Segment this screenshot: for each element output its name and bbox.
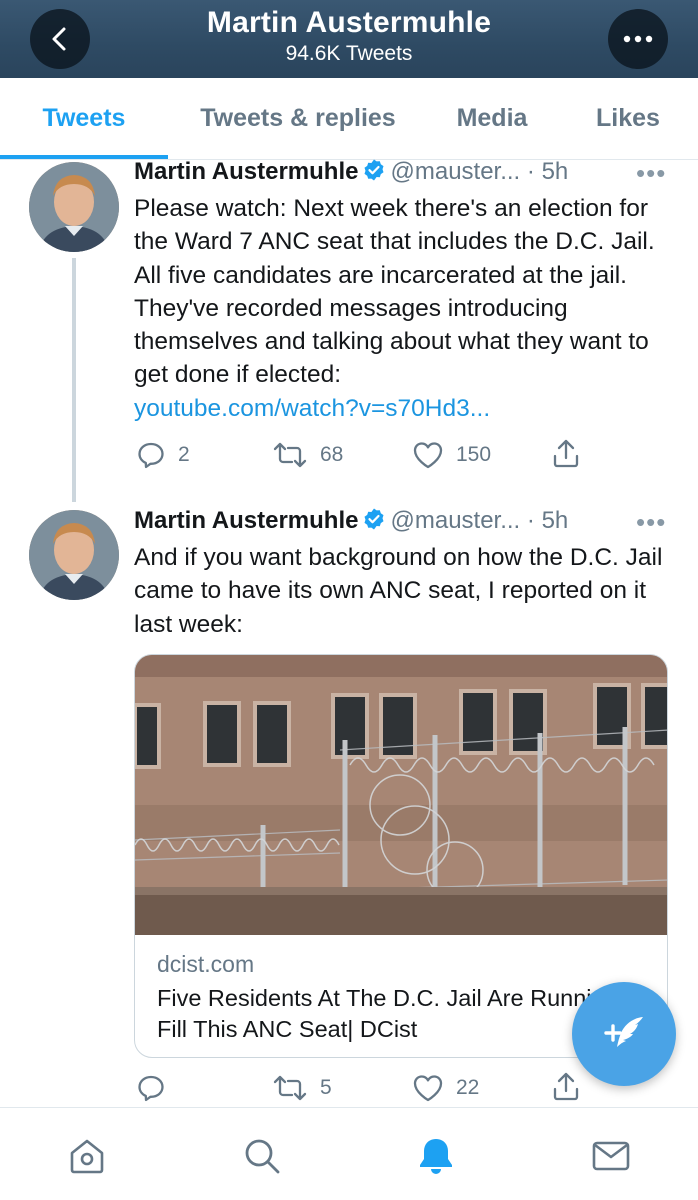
nav-home[interactable] xyxy=(67,1136,107,1176)
share-icon xyxy=(553,1072,579,1101)
retweet-button[interactable]: 5 xyxy=(272,1073,332,1103)
avatar[interactable] xyxy=(29,162,119,252)
tweet-header: Martin Austermuhle @mauster... · 5h xyxy=(134,158,568,190)
tweet-more-button[interactable]: ••• xyxy=(636,158,666,189)
verified-badge-icon xyxy=(362,507,386,538)
author-handle: @mauster... xyxy=(390,158,521,185)
tweet-time: · 5h xyxy=(526,158,569,185)
tab-likes[interactable]: Likes xyxy=(578,78,678,160)
profile-tabs: Tweets Tweets & replies Media Likes xyxy=(0,78,698,160)
retweet-button[interactable]: 68 xyxy=(272,440,343,470)
reply-icon xyxy=(138,442,164,469)
retweet-count: 5 xyxy=(320,1076,332,1099)
card-image xyxy=(135,655,667,935)
author-name[interactable]: Martin Austermuhle xyxy=(134,158,358,185)
tweet-text: Please watch: Next week there's an elect… xyxy=(134,192,684,425)
tweet-body-text: Please watch: Next week there's an elect… xyxy=(134,195,655,389)
author-name[interactable]: Martin Austermuhle xyxy=(134,507,358,534)
nav-notifications[interactable] xyxy=(416,1136,456,1176)
share-button[interactable] xyxy=(550,1071,582,1103)
like-count: 22 xyxy=(456,1076,480,1099)
tab-tweets-and-replies[interactable]: Tweets & replies xyxy=(178,78,418,160)
like-button[interactable]: 22 xyxy=(412,1073,479,1103)
tweet-more-button[interactable]: ••• xyxy=(636,507,666,538)
nav-messages[interactable] xyxy=(591,1136,631,1176)
search-icon xyxy=(245,1139,280,1174)
retweet-icon xyxy=(273,1075,307,1101)
notifications-bell-icon xyxy=(420,1139,452,1174)
share-button[interactable] xyxy=(550,438,582,470)
like-button[interactable]: 150 xyxy=(412,440,491,470)
reply-button[interactable] xyxy=(136,1073,166,1103)
page-title: Martin Austermuhle xyxy=(206,6,492,39)
bottom-tab-bar xyxy=(0,1107,698,1200)
tab-tweets[interactable]: Tweets xyxy=(0,78,168,160)
nav-search[interactable] xyxy=(242,1136,282,1176)
profile-header: Martin Austermuhle 94.6K Tweets xyxy=(0,0,698,78)
avatar-photo xyxy=(29,162,119,252)
tweet-time: · 5h xyxy=(526,507,569,534)
share-icon xyxy=(553,439,579,468)
more-options-button[interactable] xyxy=(608,9,668,69)
retweet-icon xyxy=(273,442,307,468)
reply-button[interactable]: 2 xyxy=(136,440,190,470)
tweet-link[interactable]: youtube.com/watch?v=s70Hd3... xyxy=(134,392,684,425)
reply-count: 2 xyxy=(178,443,190,466)
tweet-header: Martin Austermuhle @mauster... · 5h xyxy=(134,507,568,539)
tweet-text: And if you want background on how the D.… xyxy=(134,544,663,638)
verified-badge-icon xyxy=(362,158,386,189)
avatar[interactable] xyxy=(29,510,119,600)
home-icon xyxy=(70,1139,104,1174)
reply-icon xyxy=(138,1075,164,1102)
thread-connector xyxy=(72,258,76,502)
card-domain: dcist.com xyxy=(157,951,255,977)
like-count: 150 xyxy=(456,443,492,466)
tab-media[interactable]: Media xyxy=(428,78,556,160)
tweet-count: 94.6K Tweets xyxy=(285,42,413,65)
author-handle: @mauster... xyxy=(390,507,521,534)
like-heart-icon xyxy=(413,442,443,469)
retweet-count: 68 xyxy=(320,443,344,466)
compose-tweet-icon xyxy=(604,1017,643,1047)
compose-tweet-button[interactable] xyxy=(572,982,676,1086)
like-heart-icon xyxy=(413,1075,443,1102)
more-horizontal-icon xyxy=(623,35,653,43)
messages-mail-icon xyxy=(592,1141,630,1171)
avatar-photo xyxy=(29,510,119,600)
